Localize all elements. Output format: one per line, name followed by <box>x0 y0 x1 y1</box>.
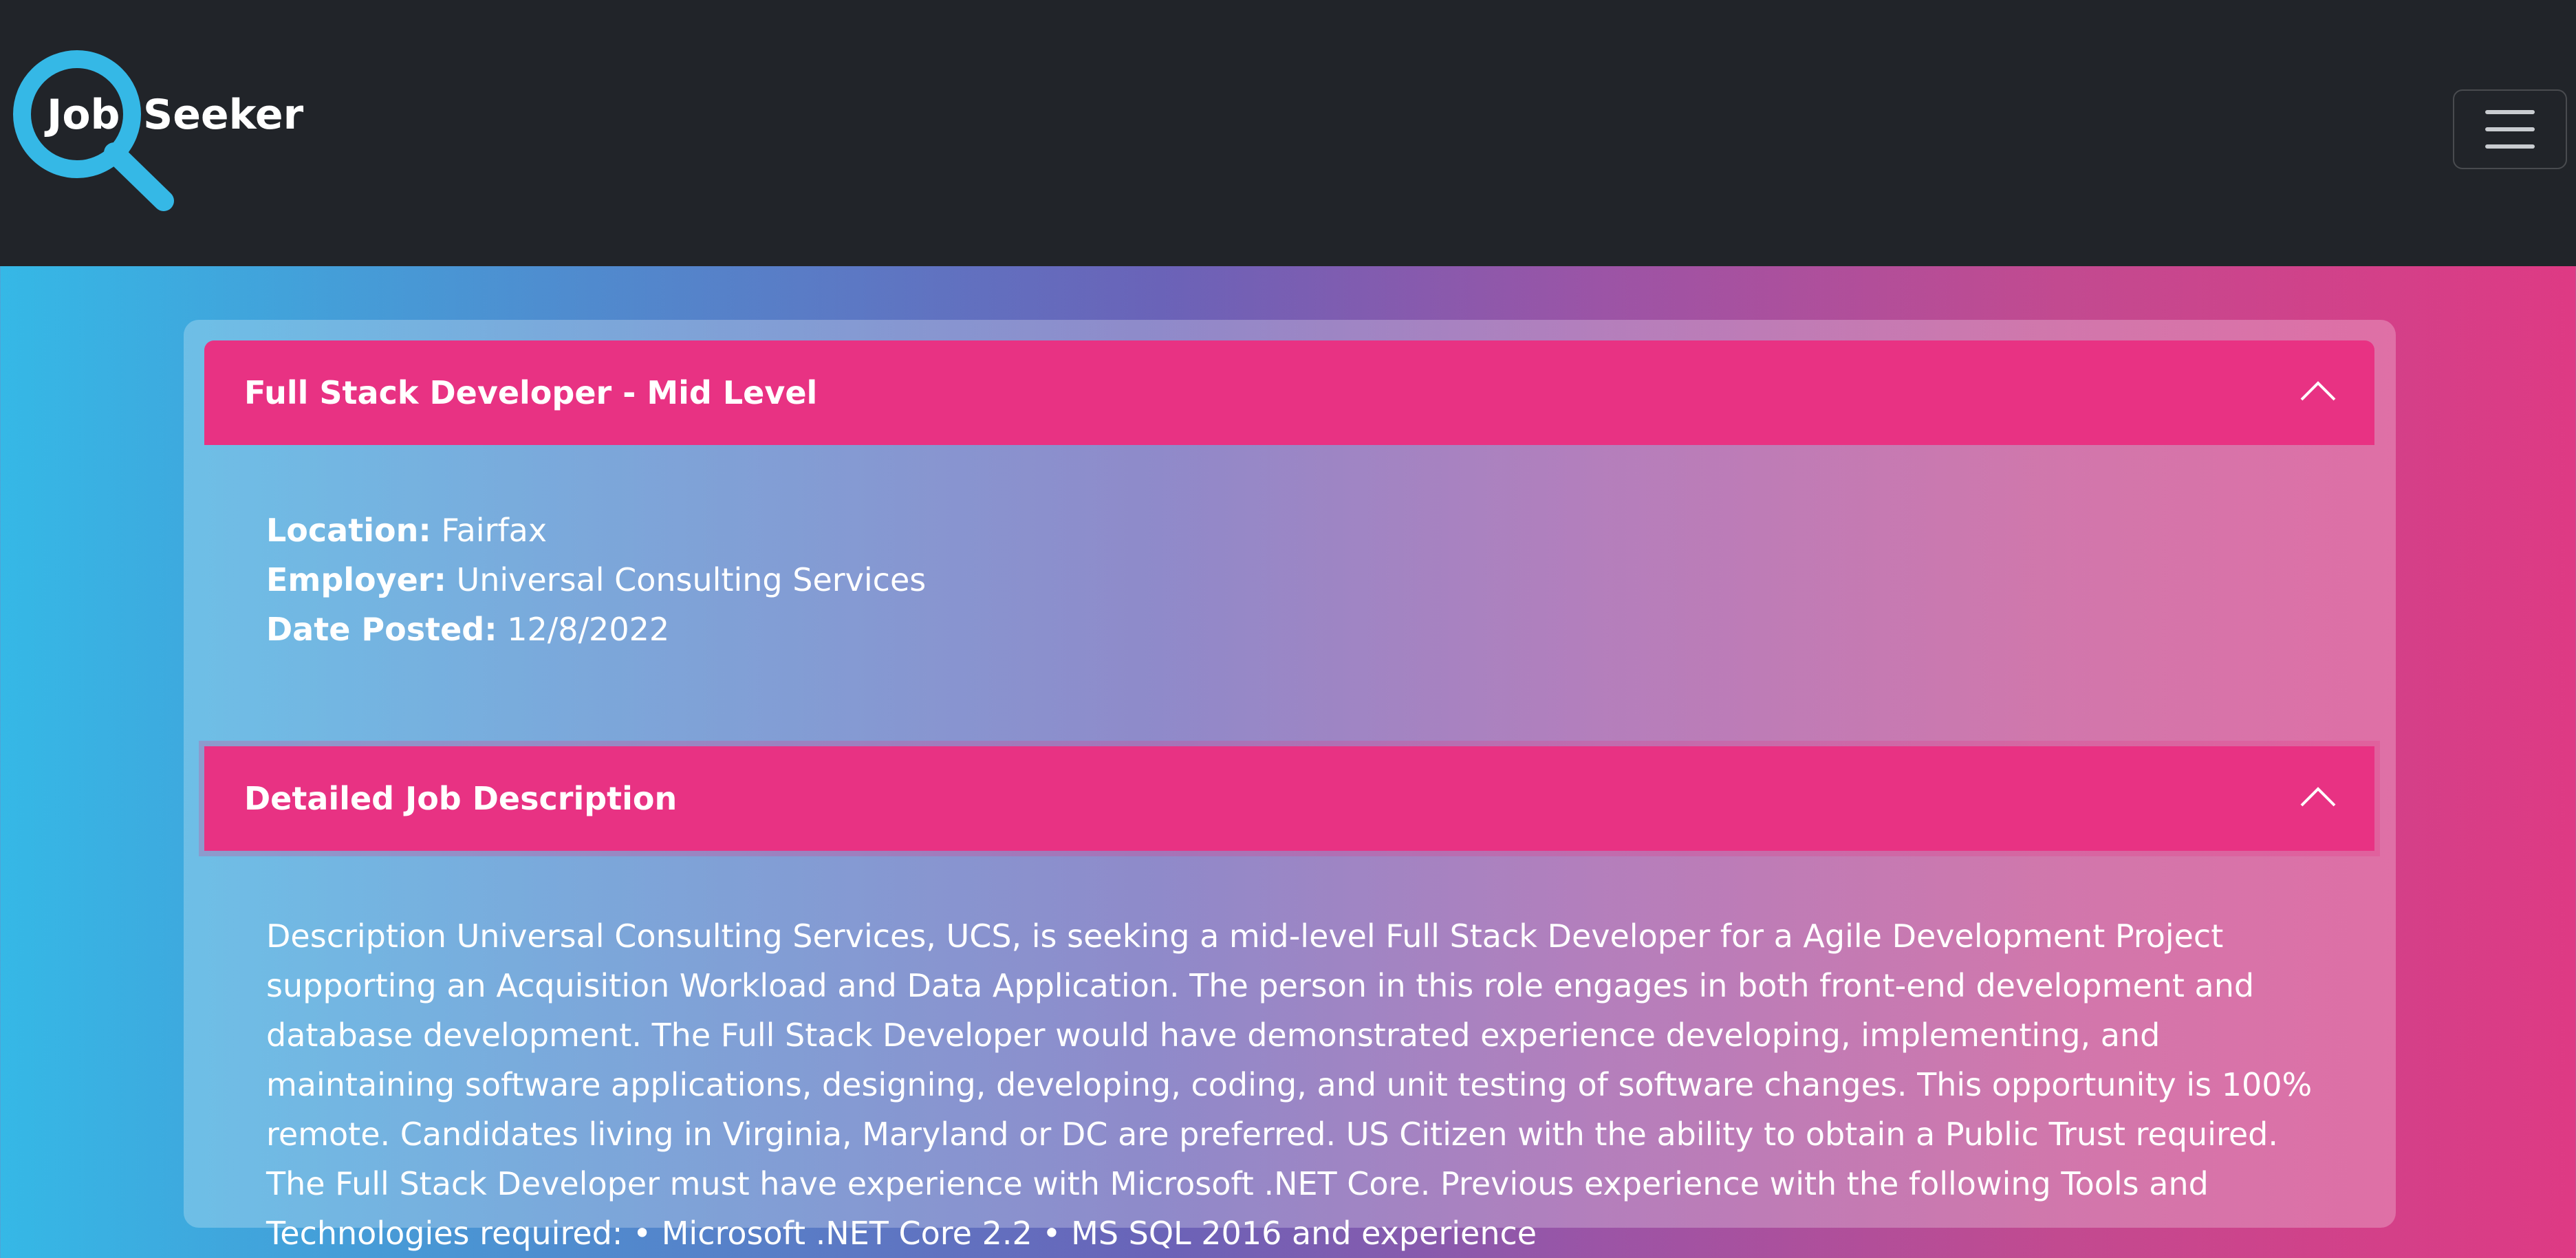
employer-value: Universal Consulting Services <box>456 561 927 598</box>
job-title: Full Stack Developer - Mid Level <box>244 374 818 411</box>
brand-job-text: Job <box>47 91 120 139</box>
menu-toggle-button[interactable] <box>2453 89 2567 169</box>
navbar: Job Seeker <box>0 0 2576 266</box>
location-value: Fairfax <box>441 512 548 549</box>
brand-logo[interactable]: Job Seeker <box>11 48 303 217</box>
description-heading: Detailed Job Description <box>244 780 678 817</box>
job-description-text: Description Universal Consulting Service… <box>266 918 2313 1252</box>
chevron-up-icon <box>2300 787 2336 807</box>
brand-seeker-text: Seeker <box>143 91 304 139</box>
location-label: Location: <box>266 512 431 549</box>
hamburger-menu-icon <box>2485 110 2535 149</box>
description-accordion-header[interactable]: Detailed Job Description <box>199 741 2380 856</box>
date-posted-value: 12/8/2022 <box>507 611 670 648</box>
job-detail-card: Full Stack Developer - Mid Level Locatio… <box>184 320 2396 1252</box>
date-posted-row: Date Posted: 12/8/2022 <box>266 605 926 654</box>
location-row: Location: Fairfax <box>266 506 926 555</box>
employer-row: Employer: Universal Consulting Services <box>266 555 926 605</box>
job-meta: Location: Fairfax Employer: Universal Co… <box>266 506 926 654</box>
employer-label: Employer: <box>266 561 446 598</box>
chevron-up-icon <box>2300 381 2336 401</box>
date-posted-label: Date Posted: <box>266 611 497 648</box>
job-title-accordion-header[interactable]: Full Stack Developer - Mid Level <box>204 340 2374 445</box>
job-description: Description Universal Consulting Service… <box>266 911 2495 1258</box>
